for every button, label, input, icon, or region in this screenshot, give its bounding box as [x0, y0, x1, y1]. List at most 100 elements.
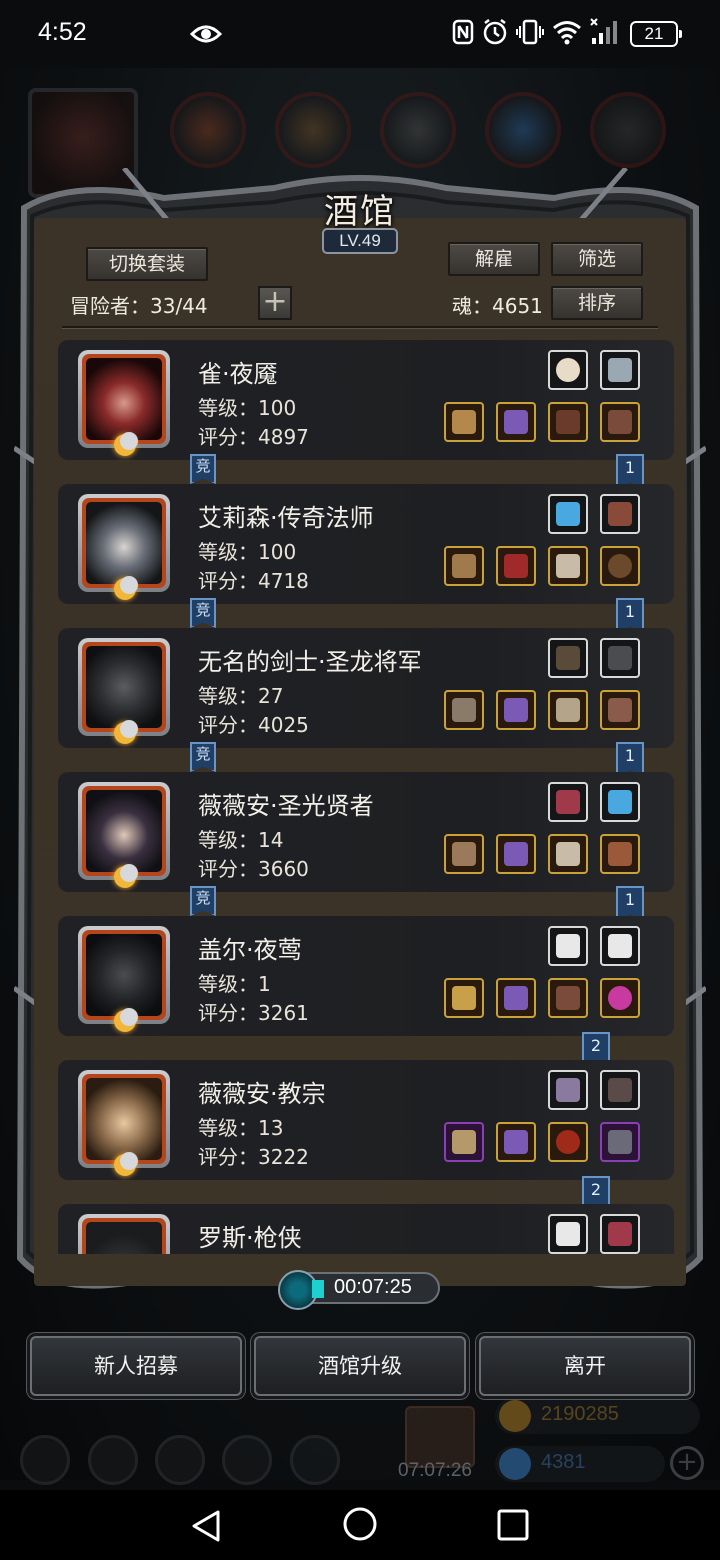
accessory-slot[interactable]	[600, 926, 640, 966]
add-slot-button[interactable]: +	[258, 286, 292, 320]
hero-level: 等级：1	[198, 972, 271, 996]
vibrate-icon	[516, 19, 544, 45]
leave-button[interactable]: 离开	[479, 1336, 691, 1396]
filter-button[interactable]: 筛选	[551, 242, 643, 276]
hero-name: 盖尔·夜莺	[198, 936, 302, 964]
hero-card[interactable]: 艾莉森·传奇法师 等级：100 评分：4718	[58, 484, 674, 604]
hero-card[interactable]: 薇薇安·教宗 等级：13 评分：3222	[58, 1060, 674, 1180]
resource-wood-icon	[275, 92, 351, 168]
hero-name: 艾莉森·传奇法师	[198, 504, 374, 532]
hero-card[interactable]: 雀·夜魇 等级：100 评分：4897	[58, 340, 674, 460]
hero-score: 评分：3660	[198, 857, 309, 881]
hero-level: 等级：27	[198, 684, 284, 708]
accessory-slot[interactable]	[600, 1214, 640, 1254]
hero-score: 评分：3222	[198, 1145, 309, 1169]
accessory-slot[interactable]	[548, 638, 588, 678]
hero-name: 罗斯·枪侠	[198, 1224, 302, 1252]
accessory-slot[interactable]	[548, 1214, 588, 1254]
hero-card[interactable]: 盖尔·夜莺 等级：1 评分：3261	[58, 916, 674, 1036]
cloak-slot[interactable]	[548, 402, 588, 442]
timer-text: 00:07:25	[334, 1276, 412, 1298]
hero-card[interactable]: 薇薇安·圣光贤者 等级：14 评分：3660	[58, 772, 674, 892]
amulet-slot[interactable]	[600, 978, 640, 1018]
eye-icon	[190, 25, 222, 43]
boots-slot[interactable]	[600, 690, 640, 730]
settings-icon[interactable]	[20, 1435, 70, 1485]
cloak-slot[interactable]	[548, 546, 588, 586]
accessory-slot[interactable]	[600, 638, 640, 678]
arena-badge: 竞	[190, 454, 216, 484]
hero-name: 无名的剑士·圣龙将军	[198, 648, 422, 676]
helmet-slot[interactable]	[548, 690, 588, 730]
back-icon[interactable]	[188, 1508, 224, 1544]
page-title: 酒馆	[324, 192, 396, 232]
hero-card[interactable]: 无名的剑士·圣龙将军 等级：27 评分：4025	[58, 628, 674, 748]
adventurer-count: 冒险者：33/44	[70, 294, 208, 318]
boots-slot[interactable]	[600, 1122, 640, 1162]
accessory-slot[interactable]	[600, 350, 640, 390]
armor-slot[interactable]	[496, 690, 536, 730]
weapon-slot[interactable]	[444, 402, 484, 442]
resource-stone-icon	[380, 92, 456, 168]
accessory-slot[interactable]	[600, 1070, 640, 1110]
boots-slot[interactable]	[600, 834, 640, 874]
guild-icon[interactable]	[290, 1435, 340, 1485]
armor-slot[interactable]	[496, 1122, 536, 1162]
accessory-slot[interactable]	[548, 1070, 588, 1110]
sort-button[interactable]: 排序	[551, 286, 643, 320]
weapon-slot[interactable]	[444, 690, 484, 730]
accessory-slot[interactable]	[548, 782, 588, 822]
bow-slot[interactable]	[600, 546, 640, 586]
recents-icon[interactable]	[496, 1508, 530, 1542]
resource-iron-icon	[590, 92, 666, 168]
necklace-slot[interactable]	[548, 1122, 588, 1162]
hero-list[interactable]: 雀·夜魇 等级：100 评分：4897 竞 1 艾莉森·传奇法师 等级：100 …	[40, 332, 680, 1254]
resource-meat-icon	[170, 92, 246, 168]
gloves-slot[interactable]	[548, 978, 588, 1018]
arena-badge: 竞	[190, 742, 216, 772]
resource-crystal-icon	[485, 92, 561, 168]
event-timer: 07:07:26	[398, 1460, 472, 1481]
armor-slot[interactable]	[496, 978, 536, 1018]
weapon-slot[interactable]	[444, 834, 484, 874]
upgrade-tavern-button[interactable]: 酒馆升级	[254, 1336, 466, 1396]
recruit-button[interactable]: 新人招募	[30, 1336, 242, 1396]
home-icon[interactable]	[342, 1506, 378, 1542]
hero-card[interactable]: 罗斯·枪侠	[58, 1204, 674, 1254]
mail-icon[interactable]	[222, 1435, 272, 1485]
accessory-slot[interactable]	[600, 782, 640, 822]
hero-portrait	[78, 926, 170, 1032]
clock-time: 4:52	[38, 18, 87, 46]
recruit-timer: 00:07:25	[278, 1270, 440, 1310]
weapon-slot[interactable]	[444, 978, 484, 1018]
accessory-slot[interactable]	[548, 926, 588, 966]
hero-icon[interactable]	[88, 1435, 138, 1485]
hero-level: 等级：13	[198, 1116, 284, 1140]
hero-portrait	[78, 1070, 170, 1176]
weapon-slot[interactable]	[444, 546, 484, 586]
hero-name: 雀·夜魇	[198, 360, 278, 388]
arena-badge: 竞	[190, 598, 216, 628]
hero-portrait	[78, 782, 170, 888]
armor-slot[interactable]	[496, 546, 536, 586]
gift-icon[interactable]	[405, 1406, 475, 1468]
armor-slot[interactable]	[496, 402, 536, 442]
status-icons	[452, 18, 620, 46]
wifi-icon	[553, 21, 581, 45]
dismiss-button[interactable]: 解雇	[448, 242, 540, 276]
armor-slot[interactable]	[496, 834, 536, 874]
battery-indicator: 21	[630, 21, 682, 47]
accessory-slot[interactable]	[548, 350, 588, 390]
hero-portrait	[78, 1214, 170, 1254]
accessory-slot[interactable]	[548, 494, 588, 534]
status-bar: 4:52 21	[0, 0, 720, 68]
hero-level: 等级：14	[198, 828, 284, 852]
map-icon[interactable]	[155, 1435, 205, 1485]
cloak-slot[interactable]	[548, 834, 588, 874]
header-divider	[62, 326, 658, 328]
add-gems-button[interactable]: +	[670, 1446, 704, 1480]
accessory-slot[interactable]	[600, 494, 640, 534]
weapon-slot[interactable]	[444, 1122, 484, 1162]
boots-slot[interactable]	[600, 402, 640, 442]
switch-outfit-button[interactable]: 切换套装	[86, 247, 208, 281]
